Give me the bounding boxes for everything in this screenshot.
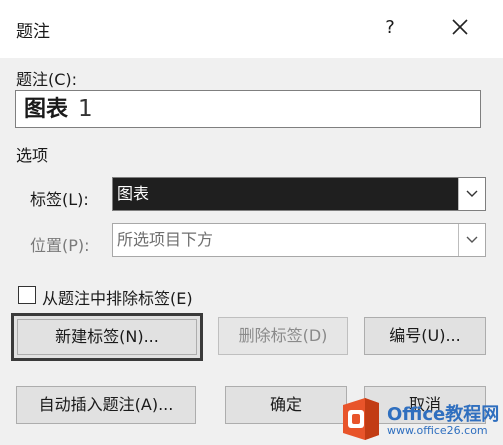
label-field-label: 标签(L):	[30, 190, 89, 209]
position-combobox[interactable]: 所选项目下方	[112, 223, 486, 257]
title-bar: 题注 ?	[0, 0, 503, 58]
help-button[interactable]: ?	[374, 12, 406, 44]
caption-value-label: 图表	[24, 97, 69, 122]
watermark: Office教程网 www.office26.com	[335, 394, 503, 445]
close-icon	[452, 19, 468, 35]
position-combobox-value: 所选项目下方	[117, 230, 214, 249]
ok-button[interactable]: 确定	[225, 386, 347, 424]
office-logo-icon	[343, 398, 379, 440]
delete-label-button[interactable]: 删除标签(D)	[218, 317, 348, 355]
position-label: 位置(P):	[30, 236, 90, 255]
label-dropdown-button[interactable]	[458, 178, 485, 210]
exclude-label-checkbox[interactable]	[18, 286, 36, 304]
numbering-button[interactable]: 编号(U)...	[364, 317, 486, 355]
label-combobox[interactable]: 图表	[112, 177, 486, 211]
caption-label: 题注(C):	[16, 70, 78, 89]
caption-input[interactable]: 图表 1	[15, 90, 481, 128]
new-label-button[interactable]: 新建标签(N)...	[11, 313, 203, 361]
label-combobox-value: 图表	[113, 178, 459, 210]
watermark-url: www.office26.com	[387, 424, 488, 437]
dialog-title: 题注	[16, 22, 50, 42]
chevron-down-icon	[466, 236, 478, 243]
autocaption-button[interactable]: 自动插入题注(A)...	[16, 386, 196, 424]
exclude-label-text: 从题注中排除标签(E)	[42, 289, 193, 308]
caption-dialog: 题注 ? 题注(C): 图表 1 选项 标签(L): 图表 位置(P): 所选项目…	[0, 0, 503, 445]
options-section-label: 选项	[16, 146, 49, 165]
close-button[interactable]	[440, 12, 480, 44]
chevron-down-icon	[466, 190, 478, 197]
caption-value-number: 1	[78, 96, 93, 122]
position-dropdown-button[interactable]	[458, 224, 485, 256]
watermark-brand: Office教程网	[387, 404, 500, 425]
